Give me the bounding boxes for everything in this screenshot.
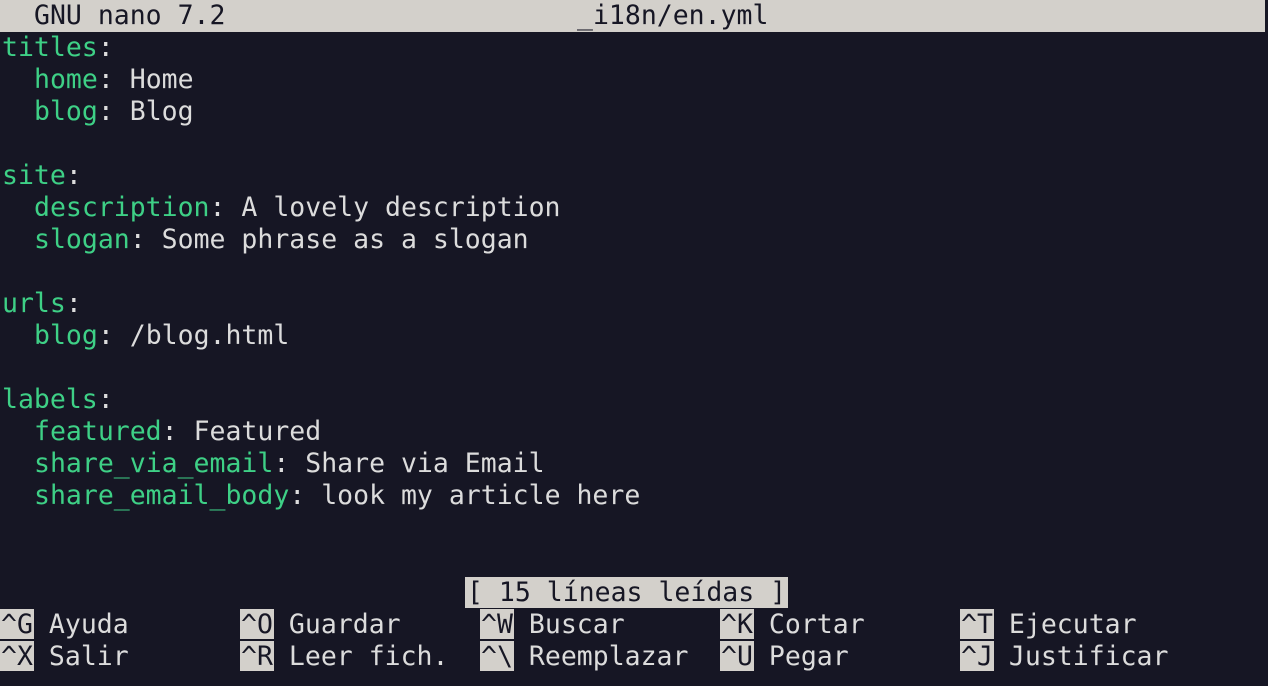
editor-line[interactable]: titles: <box>2 32 1262 64</box>
editor-line[interactable]: site: <box>2 160 1262 192</box>
editor-line[interactable]: share_email_body: look my article here <box>2 480 1262 512</box>
yaml-value: Share via Email <box>305 448 545 479</box>
editor-line[interactable]: featured: Featured <box>2 416 1262 448</box>
shortcut-label: Ejecutar <box>1008 609 1137 640</box>
shortcut-replace[interactable]: ^\ Reemplazar <box>480 641 688 673</box>
yaml-key: titles <box>2 32 98 63</box>
yaml-key: home <box>34 64 98 95</box>
shortcut-row: ^X Salir ^R Leer fich. ^\ Reemplazar ^U Pega… <box>0 641 1268 673</box>
shortcut-row: ^G Ayuda ^O Guardar ^W Buscar ^K Cortar ^T Ej… <box>0 609 1268 641</box>
shortcut-key: ^\ <box>480 641 514 672</box>
yaml-value: Some phrase as a slogan <box>161 224 529 255</box>
shortcut-search[interactable]: ^W Buscar <box>480 609 625 641</box>
shortcut-paste[interactable]: ^U Pegar <box>720 641 849 673</box>
yaml-value: Featured <box>193 416 322 447</box>
shortcut-key: ^K <box>720 609 754 640</box>
yaml-value: look my article here <box>321 480 641 511</box>
shortcut-label: Cortar <box>768 609 865 640</box>
shortcut-bar: ^G Ayuda ^O Guardar ^W Buscar ^K Cortar ^T Ej… <box>0 609 1268 673</box>
editor-line[interactable]: urls: <box>2 288 1262 320</box>
yaml-key: blog <box>34 320 98 351</box>
yaml-key: site <box>2 160 66 191</box>
editor-line[interactable]: home: Home <box>2 64 1262 96</box>
title-bar: GNU nano 7.2 _i18n/en.yml <box>0 0 1265 32</box>
shortcut-key: ^J <box>960 641 994 672</box>
yaml-value: Home <box>129 64 194 95</box>
shortcut-key: ^T <box>960 609 994 640</box>
shortcut-key: ^R <box>240 641 274 672</box>
editor-line[interactable]: labels: <box>2 384 1262 416</box>
yaml-key: description <box>34 192 210 223</box>
shortcut-cut[interactable]: ^K Cortar <box>720 609 865 641</box>
editor-line-blank[interactable] <box>2 352 1262 384</box>
shortcut-label: Buscar <box>528 609 625 640</box>
yaml-value: /blog.html <box>129 320 290 351</box>
editor-line-blank[interactable] <box>2 256 1262 288</box>
shortcut-key: ^U <box>720 641 754 672</box>
shortcut-key: ^X <box>0 641 34 672</box>
editor-line[interactable]: slogan: Some phrase as a slogan <box>2 224 1262 256</box>
yaml-key: share_email_body <box>34 480 290 511</box>
shortcut-label: Reemplazar <box>528 641 689 672</box>
shortcut-label: Leer fich. <box>288 641 449 672</box>
editor-line[interactable]: description: A lovely description <box>2 192 1262 224</box>
yaml-value: Blog <box>129 96 194 127</box>
editor-line-blank[interactable] <box>2 128 1262 160</box>
app-name: GNU nano 7.2 <box>34 0 226 31</box>
status-message: [ 15 líneas leídas ] <box>465 577 789 608</box>
editor-line[interactable]: blog: /blog.html <box>2 320 1262 352</box>
yaml-key: featured <box>34 416 162 447</box>
shortcut-save[interactable]: ^O Guardar <box>240 609 401 641</box>
yaml-key: share_via_email <box>34 448 274 479</box>
shortcut-label: Ayuda <box>48 609 129 640</box>
shortcut-key: ^O <box>240 609 274 640</box>
yaml-value: A lovely description <box>241 192 561 223</box>
shortcut-read-file[interactable]: ^R Leer fich. <box>240 641 448 673</box>
yaml-key: slogan <box>34 224 130 255</box>
shortcut-key: ^W <box>480 609 514 640</box>
shortcut-help[interactable]: ^G Ayuda <box>0 609 129 641</box>
editor-area[interactable]: titles: home: Home blog: Blog site: desc… <box>2 32 1262 512</box>
shortcut-execute[interactable]: ^T Ejecutar <box>960 609 1137 641</box>
shortcut-label: Guardar <box>288 609 401 640</box>
shortcut-label: Salir <box>48 641 129 672</box>
yaml-key: urls <box>2 288 66 319</box>
shortcut-justify[interactable]: ^J Justificar <box>960 641 1168 673</box>
yaml-key: labels <box>2 384 98 415</box>
shortcut-label: Pegar <box>768 641 849 672</box>
shortcut-key: ^G <box>0 609 34 640</box>
file-name: _i18n/en.yml <box>577 0 769 31</box>
yaml-key: blog <box>34 96 98 127</box>
editor-line[interactable]: blog: Blog <box>2 96 1262 128</box>
shortcut-label: Justificar <box>1008 641 1169 672</box>
editor-line[interactable]: share_via_email: Share via Email <box>2 448 1262 480</box>
shortcut-exit[interactable]: ^X Salir <box>0 641 129 673</box>
